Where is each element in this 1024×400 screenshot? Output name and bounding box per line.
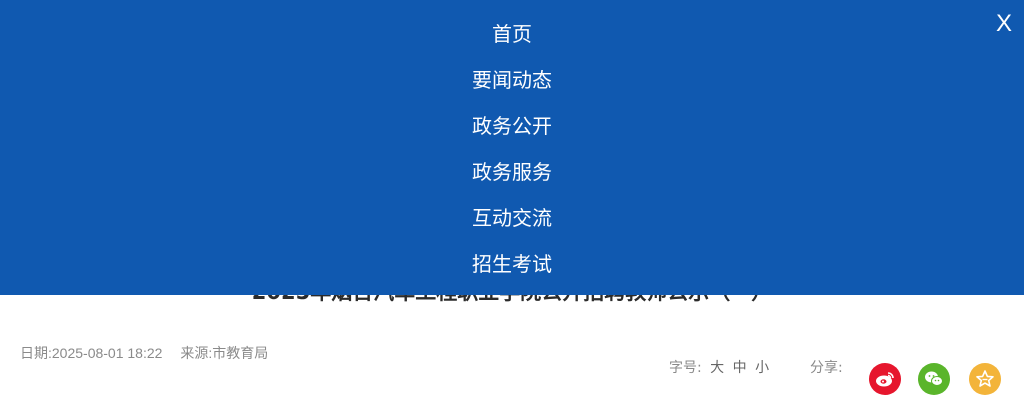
font-size-label: 字号: xyxy=(669,360,702,376)
favorite-icon xyxy=(976,370,994,387)
overlay-nav-menu: 首页 要闻动态 政务公开 政务服务 互动交流 招生考试 X xyxy=(0,0,1024,295)
share-favorite-button[interactable] xyxy=(969,363,1001,395)
font-size-control: 字号: 大 中 小 xyxy=(669,357,769,377)
share-wechat-button[interactable] xyxy=(918,363,950,395)
article-meta: 日期:2025-08-01 18:22 来源:市教育局 xyxy=(20,343,282,363)
publish-date: 日期:2025-08-01 18:22 xyxy=(20,345,163,361)
nav-item-government-affairs[interactable]: 政务公开 xyxy=(0,114,1024,138)
nav-item-interaction[interactable]: 互动交流 xyxy=(0,206,1024,230)
font-size-large[interactable]: 大 xyxy=(710,360,724,376)
wechat-icon xyxy=(925,371,943,386)
nav-item-news[interactable]: 要闻动态 xyxy=(0,68,1024,92)
article-source: 来源:市教育局 xyxy=(180,345,269,361)
font-size-small[interactable]: 小 xyxy=(755,360,769,376)
nav-item-government-services[interactable]: 政务服务 xyxy=(0,160,1024,184)
nav-item-home[interactable]: 首页 xyxy=(0,22,1024,46)
font-size-medium[interactable]: 中 xyxy=(733,360,747,376)
share-label: 分享: xyxy=(810,360,843,376)
share-weibo-button[interactable] xyxy=(869,363,901,395)
weibo-icon xyxy=(876,372,894,387)
nav-item-admissions[interactable]: 招生考试 xyxy=(0,252,1024,276)
close-menu-button[interactable]: X xyxy=(996,10,1012,38)
